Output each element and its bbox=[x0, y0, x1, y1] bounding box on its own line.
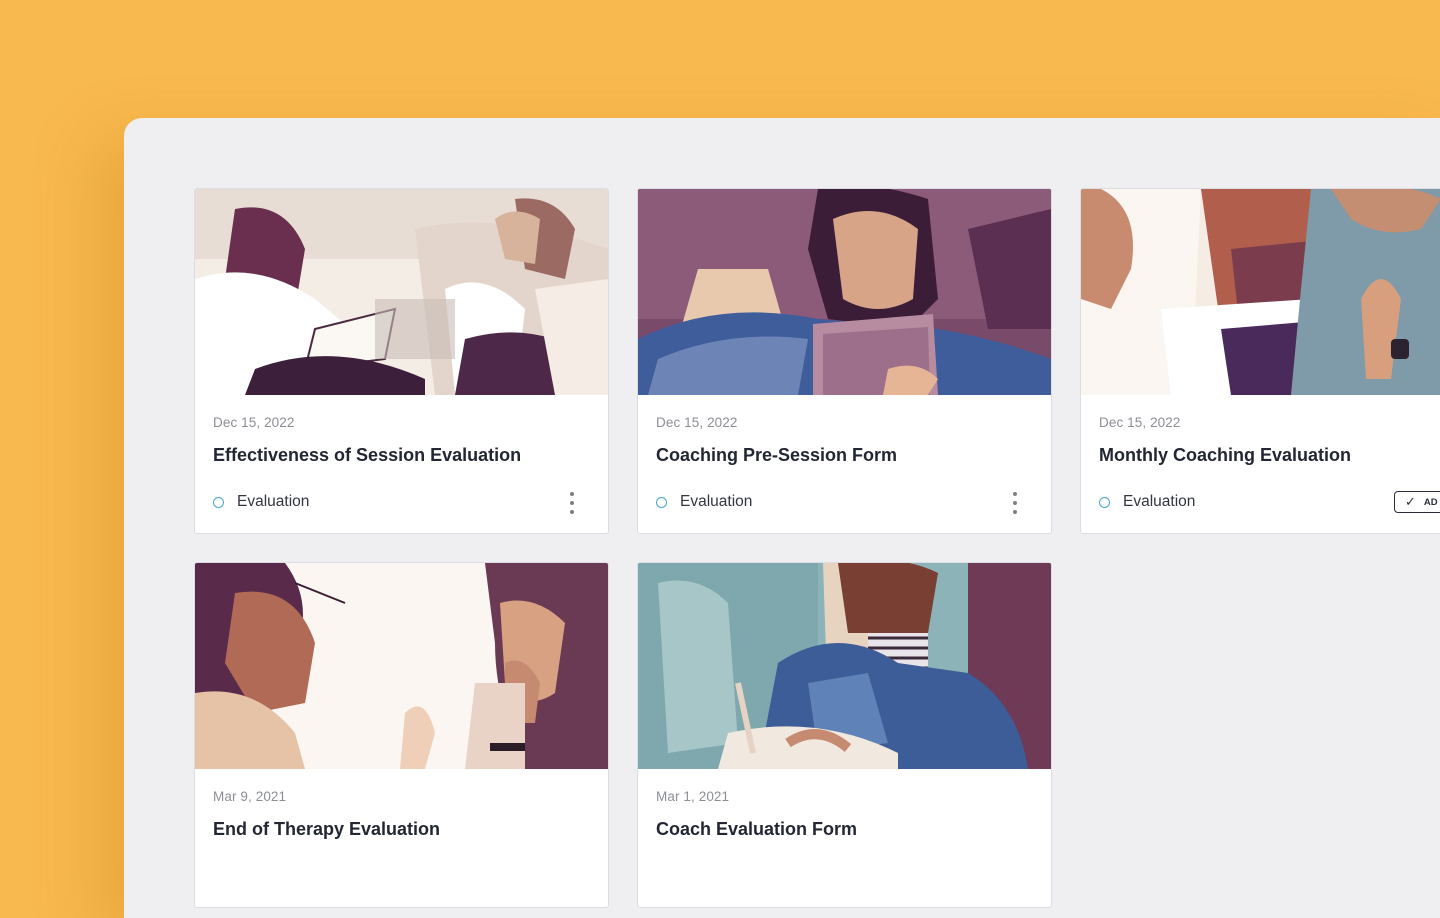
tag-dot-icon bbox=[213, 496, 224, 508]
template-card[interactable]: Mar 1, 2021 Coach Evaluation Form bbox=[637, 562, 1052, 908]
card-date: Dec 15, 2022 bbox=[1099, 415, 1181, 430]
card-date: Dec 15, 2022 bbox=[213, 415, 295, 430]
card-tag: Evaluation bbox=[1099, 493, 1195, 511]
template-card[interactable]: Mar 9, 2021 End of Therapy Evaluation bbox=[194, 562, 609, 908]
card-image bbox=[195, 563, 608, 769]
added-button[interactable]: ✓ AD bbox=[1394, 491, 1440, 513]
card-title[interactable]: Coaching Pre-Session Form bbox=[656, 445, 897, 466]
more-options-icon[interactable] bbox=[566, 492, 578, 514]
more-options-icon[interactable] bbox=[1009, 492, 1021, 514]
templates-panel: Dec 15, 2022 Effectiveness of Session Ev… bbox=[124, 118, 1440, 918]
card-tag: Evaluation bbox=[213, 493, 309, 511]
card-image bbox=[638, 189, 1051, 395]
added-label: AD bbox=[1423, 496, 1438, 508]
card-image bbox=[638, 563, 1051, 769]
template-card[interactable]: Dec 15, 2022 Coaching Pre-Session Form E… bbox=[637, 188, 1052, 534]
card-title[interactable]: Coach Evaluation Form bbox=[656, 819, 857, 840]
card-date: Dec 15, 2022 bbox=[656, 415, 738, 430]
tag-dot-icon bbox=[656, 496, 667, 508]
template-card[interactable]: Dec 15, 2022 Monthly Coaching Evaluation… bbox=[1080, 188, 1440, 534]
card-title[interactable]: End of Therapy Evaluation bbox=[213, 819, 440, 840]
card-image bbox=[1081, 189, 1440, 395]
card-title[interactable]: Monthly Coaching Evaluation bbox=[1099, 445, 1351, 466]
tag-label: Evaluation bbox=[1123, 493, 1196, 510]
card-tag: Evaluation bbox=[656, 493, 752, 511]
card-image bbox=[195, 189, 608, 395]
card-date: Mar 9, 2021 bbox=[213, 789, 287, 804]
template-card[interactable]: Dec 15, 2022 Effectiveness of Session Ev… bbox=[194, 188, 609, 534]
tag-label: Evaluation bbox=[237, 493, 310, 510]
card-title[interactable]: Effectiveness of Session Evaluation bbox=[213, 445, 521, 466]
tag-label: Evaluation bbox=[680, 493, 753, 510]
card-date: Mar 1, 2021 bbox=[656, 789, 730, 804]
tag-dot-icon bbox=[1099, 496, 1110, 508]
checkmark-icon: ✓ bbox=[1405, 494, 1416, 509]
